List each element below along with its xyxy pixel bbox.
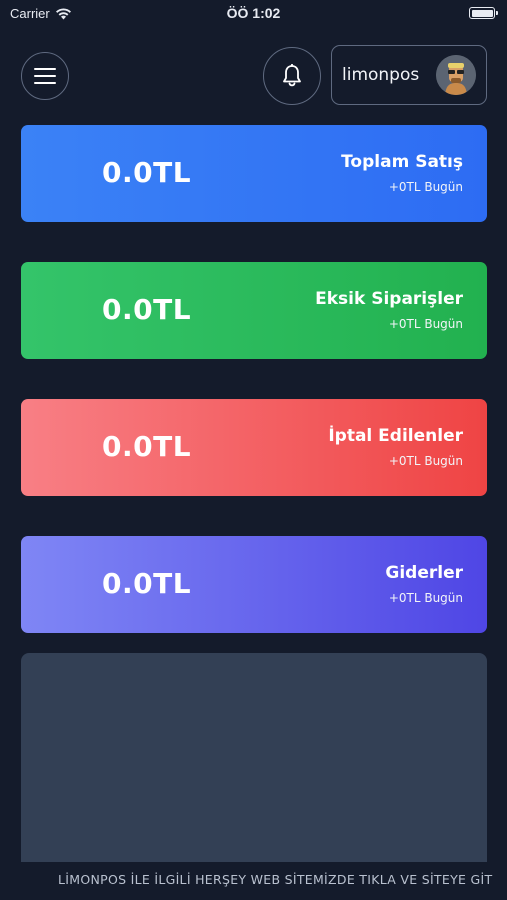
app-screen: Carrier ÖÖ 1:02 limonpos 0.0TL Toplam Sa… [0,0,507,900]
status-time: ÖÖ 1:02 [226,5,281,21]
card-subtitle: +0TL Bugün [388,317,463,331]
card-amount: 0.0TL [102,567,192,600]
card-title: Toplam Satış [341,152,463,172]
card-title: İptal Edilenler [328,426,463,446]
username-label: limonpos [342,65,420,85]
card-title: Giderler [385,563,463,583]
card-subtitle: +0TL Bugün [388,180,463,194]
menu-button[interactable] [21,52,69,100]
card-title: Eksik Siparişler [315,289,463,309]
battery-icon [469,7,498,19]
user-profile-button[interactable]: limonpos [331,45,487,105]
bell-icon [283,64,301,87]
card-subtitle: +0TL Bugün [388,591,463,605]
website-marquee[interactable]: LİMONPOS İLE İLGİLİ HERŞEY WEB SİTEMİZDE… [0,862,507,900]
notifications-button[interactable] [263,47,321,105]
expenses-card[interactable]: 0.0TL Giderler +0TL Bugün [21,536,487,633]
marquee-text[interactable]: LİMONPOS İLE İLGİLİ HERŞEY WEB SİTEMİZDE… [58,872,492,887]
card-amount: 0.0TL [102,430,192,463]
status-bar: Carrier ÖÖ 1:02 [0,0,507,28]
cancelled-card[interactable]: 0.0TL İptal Edilenler +0TL Bugün [21,399,487,496]
avatar [436,55,476,95]
card-subtitle: +0TL Bugün [388,454,463,468]
content-panel [21,653,487,863]
total-sales-card[interactable]: 0.0TL Toplam Satış +0TL Bugün [21,125,487,222]
card-amount: 0.0TL [102,293,192,326]
missing-orders-card[interactable]: 0.0TL Eksik Siparişler +0TL Bugün [21,262,487,359]
hamburger-icon [34,68,56,84]
card-amount: 0.0TL [102,156,192,189]
